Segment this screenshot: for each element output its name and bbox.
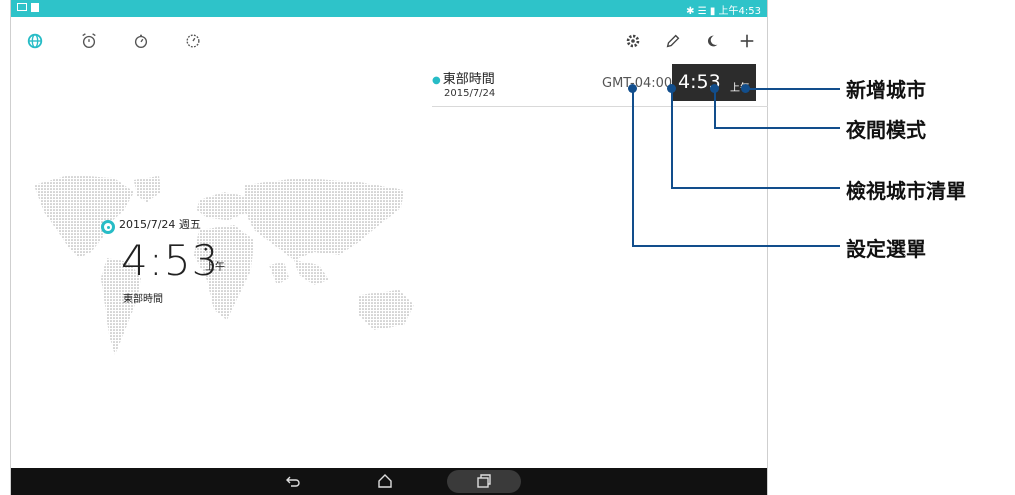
city-date: 2015/7/24 [444, 88, 496, 99]
callout-vline-night [714, 88, 716, 128]
callout-vline-settings [632, 88, 634, 246]
callout-line-night [714, 127, 840, 129]
night-mode-icon[interactable] [702, 31, 722, 51]
edit-icon[interactable] [663, 31, 683, 51]
tablet-screen: ✱ ☰ ▮ 上午4:53 ● 東部時間 2015/7/24 GMT-04:00 … [10, 0, 768, 495]
back-icon[interactable] [283, 470, 303, 492]
world-clock-icon[interactable] [25, 31, 45, 51]
add-icon[interactable] [737, 31, 757, 51]
city-name: ● 東部時間 [432, 72, 495, 87]
main-timezone: 東部時間 [123, 294, 163, 305]
status-bar: ✱ ☰ ▮ 上午4:53 [11, 0, 767, 17]
status-right: ✱ ☰ ▮ 上午4:53 [686, 6, 761, 17]
stopwatch-icon[interactable] [131, 31, 151, 51]
current-location-marker [101, 220, 115, 234]
timer-icon[interactable] [183, 31, 203, 51]
notification-icon-2 [31, 3, 39, 12]
callout-settings-menu: 設定選單 [846, 237, 926, 261]
navigation-bar [11, 468, 767, 495]
recent-apps-icon[interactable] [474, 470, 494, 492]
callout-line-settings [632, 245, 840, 247]
settings-icon[interactable] [623, 31, 643, 51]
callout-line-add [745, 88, 840, 90]
callout-night-mode: 夜間模式 [846, 118, 926, 142]
main-date: 2015/7/24 週五 [119, 218, 201, 231]
location-pin-icon: ● [432, 75, 441, 86]
city-gmt-offset: GMT-04:00 [602, 76, 673, 91]
callout-view-city-list: 檢視城市清單 [846, 179, 966, 203]
callout-add-city: 新增城市 [846, 78, 926, 102]
alarm-icon[interactable] [79, 31, 99, 51]
notification-icon [17, 3, 27, 11]
location-pin-icon: ⬩ [204, 244, 208, 255]
world-map [34, 175, 414, 355]
home-icon[interactable] [375, 470, 395, 492]
main-ampm: 上午 [205, 262, 225, 273]
callout-line-list [671, 187, 840, 189]
clock-toolbar [11, 17, 767, 63]
callout-vline-list [671, 88, 673, 188]
